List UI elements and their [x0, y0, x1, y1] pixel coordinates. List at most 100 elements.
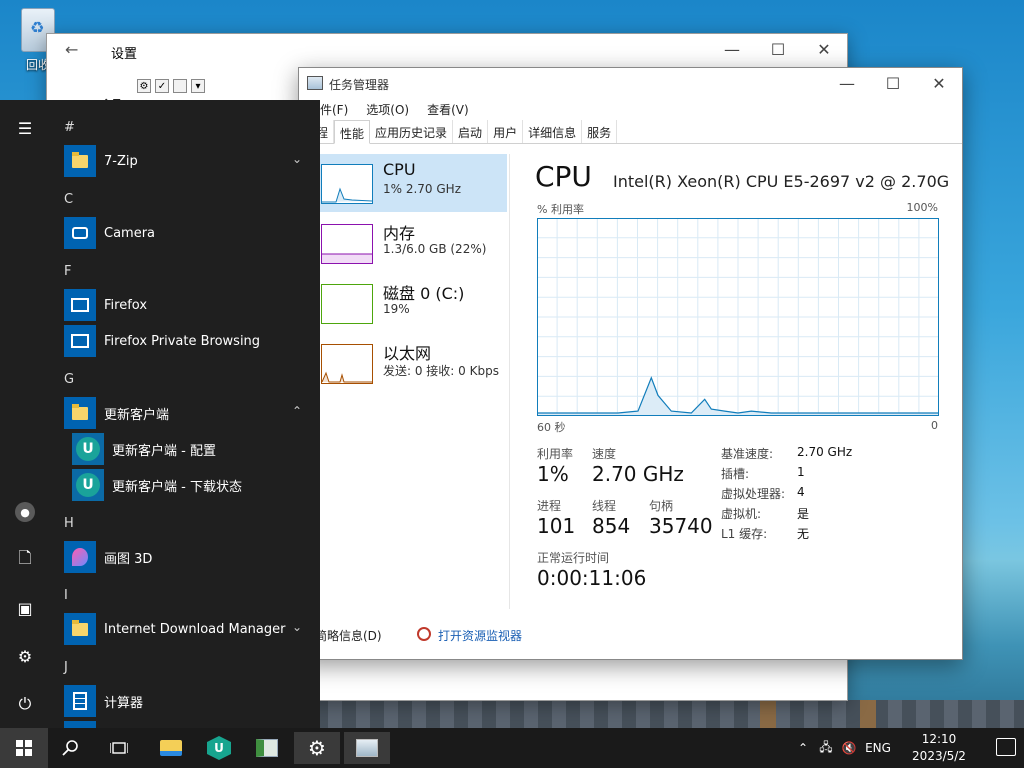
app-update-client-folder[interactable]: 更新客户端 ⌃: [64, 395, 314, 431]
chevron-down-icon[interactable]: ⌄: [292, 620, 302, 634]
app-update-client-config[interactable]: U 更新客户端 - 配置: [72, 431, 320, 467]
app-label: 7-Zip: [104, 153, 138, 169]
tab-details[interactable]: 详细信息: [523, 120, 583, 143]
windows-start-button[interactable]: [0, 728, 48, 768]
spec-value: 2.70 GHz: [797, 445, 853, 459]
app-label: 更新客户端 - 配置: [112, 443, 216, 459]
app-calculator[interactable]: 计算器: [64, 683, 314, 719]
app-next-partial[interactable]: [64, 719, 314, 728]
tab-users[interactable]: 用户: [488, 120, 524, 143]
maximize-button[interactable]: ☐: [870, 68, 916, 98]
spec-value: 无: [797, 527, 810, 541]
menu-options[interactable]: 选项(O): [357, 98, 418, 120]
app-7zip[interactable]: 7-Zip ⌄: [64, 143, 314, 179]
stat-label-speed: 速度: [592, 447, 617, 461]
tab-services[interactable]: 服务: [582, 120, 618, 143]
back-arrow-icon[interactable]: ←: [65, 40, 78, 59]
settings-inner-toolbar: ⚙ ✓ ▾: [137, 79, 205, 93]
app-firefox-private[interactable]: Firefox Private Browsing: [64, 323, 314, 359]
memory-mini-graph: [321, 224, 373, 264]
stat-value-uptime: 0:00:11:06: [537, 566, 647, 590]
stat-value-speed: 2.70 GHz: [592, 462, 684, 486]
resource-name: 内存: [383, 224, 416, 243]
close-button[interactable]: ✕: [916, 68, 962, 98]
spec-key: L1 缓存:: [721, 527, 768, 541]
close-button[interactable]: ✕: [801, 34, 847, 64]
letter-header-h[interactable]: H: [64, 516, 74, 531]
clock-date: 2023/5/2: [912, 749, 966, 763]
search-icon[interactable]: [48, 732, 94, 764]
folder-icon: [64, 145, 96, 177]
chevron-up-icon[interactable]: ⌃: [292, 404, 302, 418]
checkbox-icon[interactable]: ✓: [155, 79, 169, 93]
maximize-button[interactable]: ☐: [755, 34, 801, 64]
resource-monitor-icon[interactable]: [417, 627, 431, 641]
settings-taskbar-icon[interactable]: ⚙: [294, 732, 340, 764]
documents-icon[interactable]: 🗋: [0, 540, 50, 580]
power-icon[interactable]: ⏻: [0, 684, 50, 724]
task-manager-caption-buttons: — ☐ ✕: [824, 68, 962, 98]
cpu-usage-graph: [537, 218, 939, 416]
toolbar-icon[interactable]: [173, 79, 187, 93]
resource-item-ethernet[interactable]: 以太网 发送: 0 接收: 0 Kbps: [299, 334, 507, 392]
chevron-down-icon[interactable]: ⌄: [292, 152, 302, 166]
dropdown-icon[interactable]: ▾: [191, 79, 205, 93]
app-firefox[interactable]: Firefox: [64, 287, 314, 323]
letter-header-i[interactable]: I: [64, 588, 68, 603]
spec-key: 虚拟处理器:: [721, 487, 786, 501]
volume-muted-icon[interactable]: 🔇: [838, 741, 860, 755]
letter-header-c[interactable]: C: [64, 192, 73, 207]
settings-gear-icon[interactable]: ⚙: [0, 636, 50, 676]
menu-view[interactable]: 查看(V): [418, 98, 478, 120]
file-explorer-icon[interactable]: [148, 732, 194, 764]
resource-list: CPU 1% 2.70 GHz 内存 1.3/6.0 GB (22%) 磁盘 0…: [299, 154, 509, 609]
control-panel-icon[interactable]: [244, 732, 290, 764]
app-paint3d[interactable]: 画图 3D: [64, 539, 314, 575]
task-manager-footer: 简略信息(D) 打开资源监视器: [299, 620, 962, 650]
system-tray: ⌃ 🖧 🔇 ENG: [792, 728, 896, 768]
minimize-button[interactable]: —: [709, 34, 755, 64]
resource-item-memory[interactable]: 内存 1.3/6.0 GB (22%): [299, 214, 507, 272]
settings-title: 设置: [111, 47, 138, 62]
app-label: Firefox Private Browsing: [104, 333, 261, 349]
hamburger-menu-icon[interactable]: ☰: [0, 108, 50, 148]
tab-startup[interactable]: 启动: [453, 120, 489, 143]
stat-label-handles: 句柄: [649, 499, 674, 513]
stat-label-uptime: 正常运行时间: [537, 551, 610, 565]
input-language-indicator[interactable]: ENG: [860, 741, 896, 755]
tab-app-history[interactable]: 应用历史记录: [370, 120, 454, 143]
chevron-up-icon[interactable]: ⌃: [792, 741, 814, 755]
spec-value: 是: [797, 507, 810, 521]
start-rail: ☰ ● 🗋 ▣ ⚙ ⏻: [0, 100, 50, 728]
task-view-icon[interactable]: [96, 732, 142, 764]
user-account-icon[interactable]: ●: [0, 492, 50, 532]
task-manager-taskbar-icon[interactable]: [344, 732, 390, 764]
task-manager-titlebar[interactable]: 任务管理器 — ☐ ✕: [299, 68, 962, 98]
resource-item-cpu[interactable]: CPU 1% 2.70 GHz: [299, 154, 507, 212]
letter-header-g[interactable]: G: [64, 372, 74, 387]
graph-axis-left-label: 60 秒: [537, 421, 566, 434]
panel-divider: [509, 154, 510, 609]
network-icon[interactable]: 🖧: [814, 738, 838, 759]
update-client-icon: U: [72, 433, 104, 465]
letter-header-hash[interactable]: #: [64, 120, 75, 135]
pictures-icon[interactable]: ▣: [0, 588, 50, 628]
spec-key: 插槽:: [721, 467, 750, 481]
resource-item-disk[interactable]: 磁盘 0 (C:) 19%: [299, 274, 507, 332]
minimize-button[interactable]: —: [824, 68, 870, 98]
app-label: Firefox: [104, 297, 148, 313]
toolbar-icon[interactable]: ⚙: [137, 79, 151, 93]
notification-center-icon[interactable]: [996, 738, 1016, 756]
app-update-client-download[interactable]: U 更新客户端 - 下载状态: [72, 467, 320, 503]
app-camera[interactable]: Camera: [64, 215, 314, 251]
letter-header-j[interactable]: J: [64, 660, 68, 675]
letter-header-f[interactable]: F: [64, 264, 71, 279]
task-manager-window[interactable]: 任务管理器 — ☐ ✕ 文件(F) 选项(O) 查看(V) 进程 性能 应用历史…: [298, 67, 963, 660]
tab-performance[interactable]: 性能: [334, 120, 371, 144]
system-clock[interactable]: 12:10 2023/5/2: [904, 731, 974, 765]
update-client-taskbar-icon[interactable]: U: [196, 732, 242, 764]
brief-info-link[interactable]: 简略信息(D): [315, 627, 382, 644]
app-idm-folder[interactable]: Internet Download Manager ⌄: [64, 611, 314, 647]
stat-value-processes: 101: [537, 514, 576, 538]
open-resource-monitor-link[interactable]: 打开资源监视器: [438, 627, 522, 644]
